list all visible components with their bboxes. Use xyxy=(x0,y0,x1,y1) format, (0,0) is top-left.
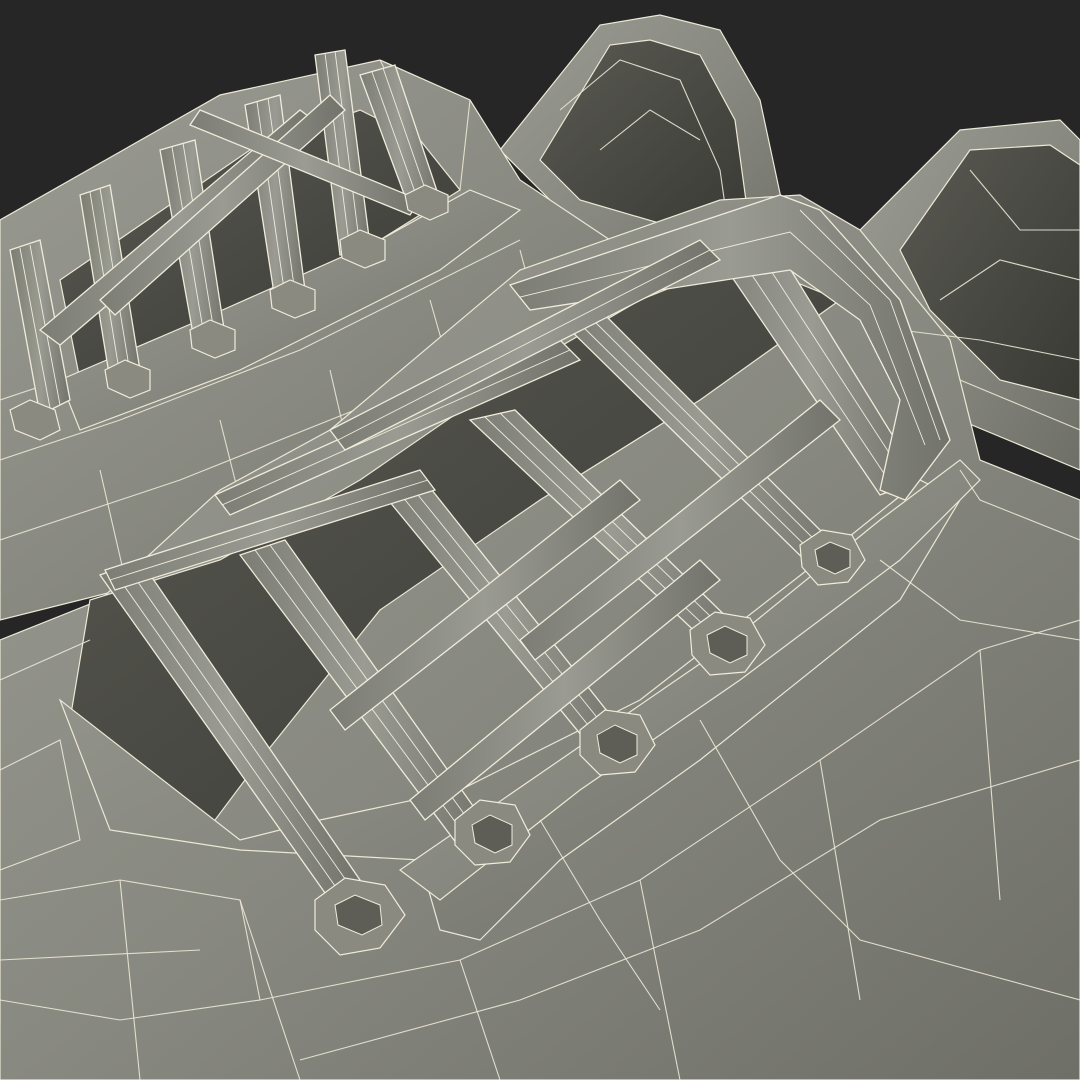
shoe-render xyxy=(0,0,1080,1080)
